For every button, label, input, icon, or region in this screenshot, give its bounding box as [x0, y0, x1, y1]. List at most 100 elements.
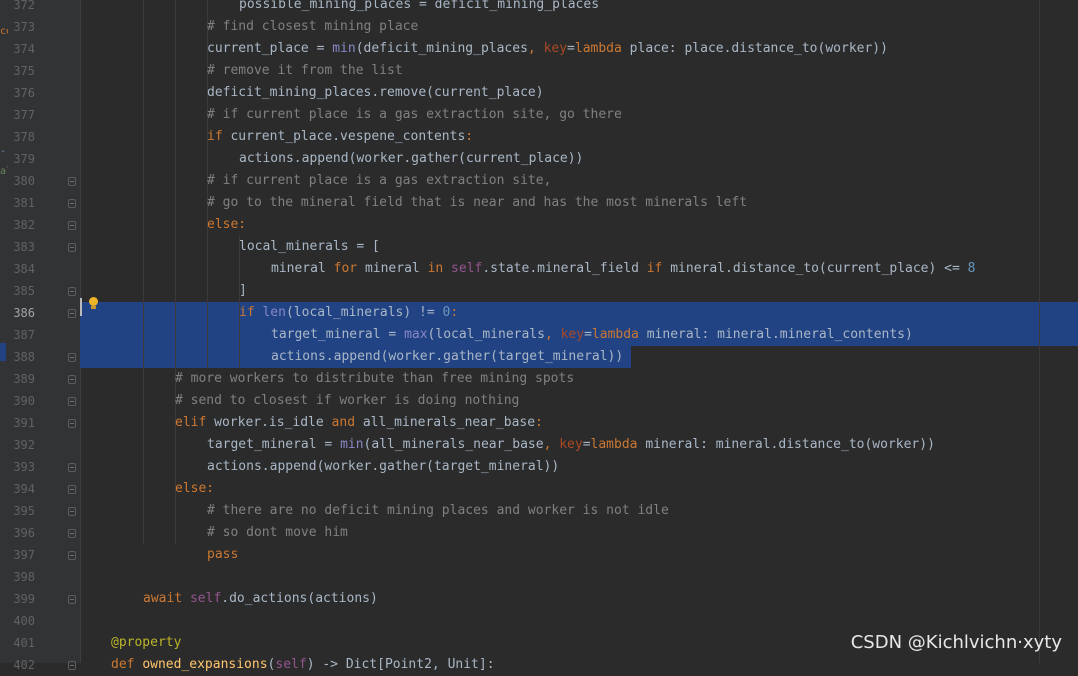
fold-marker-icon[interactable]: [68, 287, 76, 296]
code-line[interactable]: # go to the mineral field that is near a…: [207, 192, 1078, 214]
code-token: max: [404, 327, 428, 342]
fold-marker-icon[interactable]: [68, 375, 76, 384]
line-number[interactable]: 400: [8, 610, 35, 632]
code-token: mineral: mineral.distance_to(worker)): [645, 437, 935, 452]
fold-marker-icon[interactable]: [68, 243, 76, 252]
code-token: for: [333, 261, 365, 276]
code-line[interactable]: [111, 566, 1078, 588]
fold-marker-icon[interactable]: [68, 221, 76, 230]
line-number[interactable]: 379: [8, 148, 35, 170]
line-number[interactable]: 381: [8, 192, 35, 214]
fold-marker-icon[interactable]: [68, 529, 76, 538]
code-token: worker.is_idle: [214, 415, 332, 430]
code-line[interactable]: await self.do_actions(actions): [143, 588, 1078, 610]
code-line[interactable]: deficit_mining_places.remove(current_pla…: [207, 82, 1078, 104]
fold-marker-icon[interactable]: [68, 177, 76, 186]
line-number[interactable]: 372: [8, 0, 35, 16]
code-token: # if current place is a gas extraction s…: [207, 173, 552, 188]
fold-marker-icon[interactable]: [68, 485, 76, 494]
fold-marker-icon[interactable]: [68, 551, 76, 560]
line-number[interactable]: 387: [8, 324, 35, 346]
fold-marker-icon[interactable]: [68, 199, 76, 208]
lightbulb-icon[interactable]: [87, 297, 99, 311]
code-line[interactable]: ]: [239, 280, 1078, 302]
code-line[interactable]: if current_place.vespene_contents:: [207, 126, 1078, 148]
fold-marker-icon[interactable]: [68, 419, 76, 428]
code-line[interactable]: mineral for mineral in self.state.minera…: [271, 258, 1078, 280]
selection-marker: [0, 343, 6, 361]
code-token: def: [111, 657, 143, 672]
line-number[interactable]: 390: [8, 390, 35, 412]
code-line[interactable]: local_minerals = [: [239, 236, 1078, 258]
code-line[interactable]: # more workers to distribute than free m…: [175, 368, 1078, 390]
code-line[interactable]: # remove it from the list: [207, 60, 1078, 82]
line-number[interactable]: 398: [8, 566, 35, 588]
code-line[interactable]: # so dont move him: [207, 522, 1078, 544]
code-token: current_place =: [207, 41, 333, 56]
code-line[interactable]: actions.append(worker.gather(target_mine…: [207, 456, 1078, 478]
code-line[interactable]: # find closest mining place: [207, 16, 1078, 38]
fold-marker-icon[interactable]: [68, 463, 76, 472]
code-token: =: [567, 41, 575, 56]
line-number[interactable]: 399: [8, 588, 35, 610]
line-number[interactable]: 389: [8, 368, 35, 390]
code-token: ) -> Dict[Point2, Unit]:: [306, 657, 495, 672]
code-line[interactable]: # if current place is a gas extraction s…: [207, 104, 1078, 126]
line-number[interactable]: 402: [8, 654, 35, 676]
line-number[interactable]: 388: [8, 346, 35, 368]
fold-marker-icon[interactable]: [68, 309, 76, 318]
code-line[interactable]: else:: [207, 214, 1078, 236]
line-number[interactable]: 392: [8, 434, 35, 456]
code-line[interactable]: # send to closest if worker is doing not…: [175, 390, 1078, 412]
line-number[interactable]: 373: [8, 16, 35, 38]
line-number[interactable]: 396: [8, 522, 35, 544]
fold-marker-icon[interactable]: [68, 507, 76, 516]
line-number[interactable]: 376: [8, 82, 35, 104]
line-number[interactable]: 383: [8, 236, 35, 258]
code-token: lambda: [590, 437, 646, 452]
code-line[interactable]: target_mineral = min(all_minerals_near_b…: [207, 434, 1078, 456]
line-number[interactable]: 384: [8, 258, 35, 280]
code-token: :: [465, 129, 474, 144]
code-line[interactable]: else:: [175, 478, 1078, 500]
code-token: else:: [175, 481, 215, 496]
code-line[interactable]: pass: [207, 544, 1078, 566]
line-number[interactable]: 397: [8, 544, 35, 566]
line-number[interactable]: 374: [8, 38, 35, 60]
fold-marker-icon[interactable]: [68, 397, 76, 406]
line-number[interactable]: 377: [8, 104, 35, 126]
line-number[interactable]: 385: [8, 280, 35, 302]
code-token: self: [451, 261, 483, 276]
line-number[interactable]: 401: [8, 632, 35, 654]
line-number[interactable]: 382: [8, 214, 35, 236]
code-line[interactable]: target_mineral = max(local_minerals, key…: [271, 324, 1078, 346]
line-number[interactable]: 395: [8, 500, 35, 522]
code-token: len: [262, 305, 286, 320]
code-token: all_minerals_near_base: [362, 415, 536, 430]
line-number[interactable]: 386: [8, 302, 35, 324]
code-line[interactable]: actions.append(worker.gather(target_mine…: [271, 346, 1078, 368]
code-token: owned_expansions: [142, 657, 268, 672]
code-line[interactable]: if len(local_minerals) != 0:: [239, 302, 1078, 324]
code-token: self: [189, 591, 222, 606]
line-number[interactable]: 393: [8, 456, 35, 478]
fold-marker-icon[interactable]: [68, 353, 76, 362]
code-line[interactable]: [111, 610, 1078, 632]
line-number[interactable]: 391: [8, 412, 35, 434]
indent-guide: [143, 0, 144, 544]
code-token: (local_minerals: [427, 327, 545, 342]
code-line[interactable]: # there are no deficit mining places and…: [207, 500, 1078, 522]
code-line[interactable]: # if current place is a gas extraction s…: [207, 170, 1078, 192]
line-number[interactable]: 378: [8, 126, 35, 148]
code-token: place: place.distance_to(worker)): [629, 41, 888, 56]
line-number[interactable]: 380: [8, 170, 35, 192]
code-line[interactable]: possible_mining_places = deficit_mining_…: [239, 0, 1078, 16]
fold-marker-icon[interactable]: [68, 661, 76, 670]
line-number[interactable]: 375: [8, 60, 35, 82]
fold-marker-icon[interactable]: [68, 595, 76, 604]
code-line[interactable]: elif worker.is_idle and all_minerals_nea…: [175, 412, 1078, 434]
line-number[interactable]: 394: [8, 478, 35, 500]
code-line[interactable]: current_place = min(deficit_mining_place…: [207, 38, 1078, 60]
code-line[interactable]: def owned_expansions(self) -> Dict[Point…: [111, 654, 1078, 676]
code-line[interactable]: actions.append(worker.gather(current_pla…: [239, 148, 1078, 170]
